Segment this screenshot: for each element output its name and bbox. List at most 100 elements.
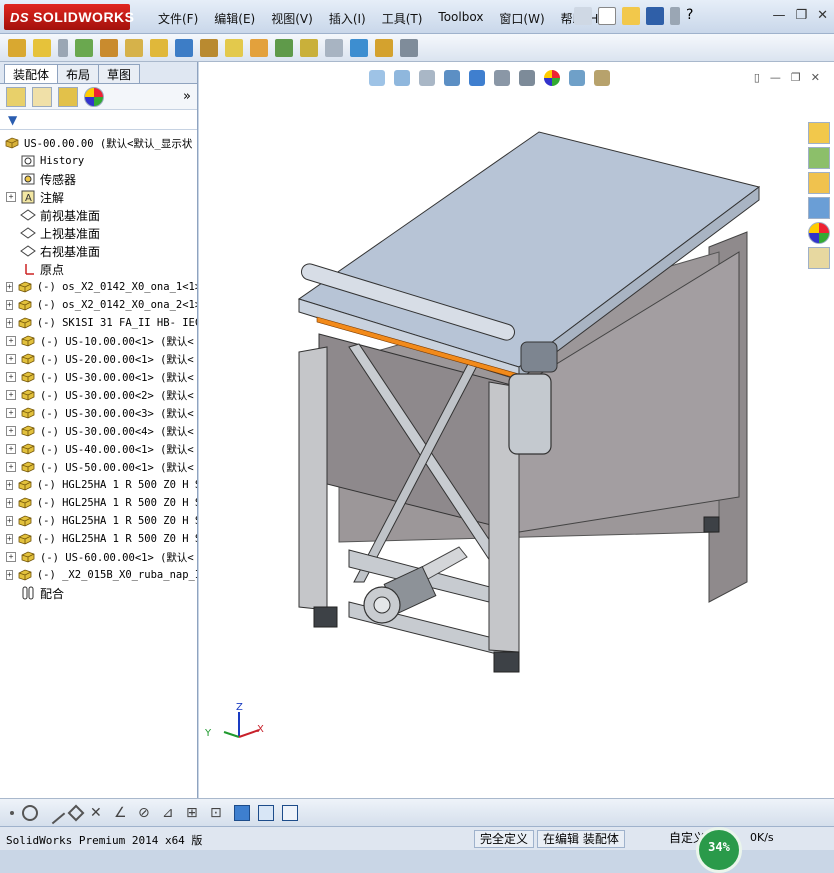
expand-icon[interactable]: +: [6, 390, 16, 400]
linear-pattern-icon[interactable]: [100, 38, 118, 57]
tree-item[interactable]: + (-) HGL25HA 1 R 500 Z0 H S: [0, 476, 197, 494]
tree-item[interactable]: + (-) US-40.00.00<1> (默认<: [0, 440, 197, 458]
mate-icon[interactable]: [75, 38, 93, 57]
expand-icon[interactable]: +: [6, 570, 13, 580]
show-hidden-icon[interactable]: [175, 38, 193, 57]
tab-sketch[interactable]: 草图: [98, 64, 141, 83]
tree-item[interactable]: + (-) os_X2_0142_X0_ona_1<1>: [0, 278, 197, 296]
insert-component-icon[interactable]: [8, 38, 26, 57]
menu-item-6[interactable]: 窗口(W): [491, 8, 552, 29]
expand-icon[interactable]: +: [6, 498, 13, 508]
vertex-filter-icon[interactable]: ⊡: [210, 805, 226, 821]
new-document-icon[interactable]: [598, 7, 616, 25]
point-icon[interactable]: [10, 810, 14, 815]
tree-item[interactable]: + (-) _X2_015B_X0_ruba_nap_I: [0, 566, 197, 584]
expand-icon[interactable]: +: [6, 426, 16, 436]
grid-icon[interactable]: ⊞: [186, 805, 202, 821]
cross-icon[interactable]: ✕: [90, 805, 106, 821]
tree-item[interactable]: + (-) SK1SI 31 FA_II HB- IEC: [0, 314, 197, 332]
options-icon[interactable]: [670, 7, 680, 25]
more-tabs-icon[interactable]: »: [183, 89, 191, 104]
expand-icon[interactable]: +: [6, 408, 16, 418]
interference-detection-icon[interactable]: [350, 38, 368, 57]
tab-assembly[interactable]: 装配体: [4, 64, 59, 83]
tab-layout[interactable]: 布局: [57, 64, 100, 83]
instant3d-icon[interactable]: [400, 38, 418, 57]
circle-icon[interactable]: [22, 804, 38, 821]
expand-icon[interactable]: +: [6, 354, 16, 364]
tree-item[interactable]: + (-) HGL25HA 1 R 500 Z0 H S: [0, 494, 197, 512]
configuration-manager-icon[interactable]: [58, 86, 78, 107]
tree-item[interactable]: 传感器: [0, 170, 197, 188]
reference-geometry-icon[interactable]: [225, 38, 243, 57]
menu-item-4[interactable]: 工具(T): [374, 8, 431, 29]
tree-item[interactable]: + (-) US-60.00.00<1> (默认<: [0, 548, 197, 566]
smart-fasteners-icon[interactable]: [125, 38, 143, 57]
explode-line-sketch-icon[interactable]: [325, 38, 343, 57]
diamond-icon[interactable]: [67, 804, 85, 821]
save-icon[interactable]: [646, 7, 664, 25]
tree-item[interactable]: + (-) US-50.00.00<1> (默认<: [0, 458, 197, 476]
face-filter-icon[interactable]: ⊿: [162, 805, 178, 821]
assembly-features-icon[interactable]: [200, 38, 218, 57]
minimize-icon[interactable]: —: [772, 8, 785, 23]
expand-icon[interactable]: +: [6, 336, 16, 346]
menu-item-5[interactable]: Toolbox: [430, 8, 491, 29]
tree-item[interactable]: History: [0, 152, 197, 170]
tree-item[interactable]: + (-) HGL25HA 1 R 500 Z0 H S: [0, 530, 197, 548]
tree-item[interactable]: 前视基准面: [0, 206, 197, 224]
menu-item-1[interactable]: 编辑(E): [206, 8, 263, 29]
tree-root[interactable]: US-00.00.00 (默认<默认_显示状: [0, 134, 197, 152]
help-icon[interactable]: ?: [686, 7, 704, 25]
expand-icon[interactable]: +: [6, 480, 13, 490]
tree-item[interactable]: + (-) US-20.00.00<1> (默认<: [0, 350, 197, 368]
restore-icon[interactable]: ❐: [795, 8, 807, 23]
filter-icon[interactable]: ▼: [0, 110, 197, 130]
tree-item[interactable]: 原点: [0, 260, 197, 278]
tree-item[interactable]: + (-) US-10.00.00<1> (默认<: [0, 332, 197, 350]
expand-icon[interactable]: +: [6, 552, 16, 562]
graphics-area[interactable]: ▯ — ❐ ✕ Z Y X: [199, 62, 834, 798]
menu-item-3[interactable]: 插入(I): [321, 8, 374, 29]
expand-icon[interactable]: +: [6, 462, 16, 472]
wireframe-icon[interactable]: [258, 804, 274, 821]
close-icon[interactable]: ✕: [817, 8, 828, 23]
edge-filter-icon[interactable]: ⊘: [138, 805, 154, 821]
tree-item[interactable]: + A 注解: [0, 188, 197, 206]
edit-component-icon[interactable]: [58, 38, 68, 57]
expand-icon[interactable]: +: [6, 300, 13, 310]
exploded-view-icon[interactable]: [300, 38, 318, 57]
expand-icon[interactable]: +: [6, 516, 13, 526]
clearance-verification-icon[interactable]: [375, 38, 393, 57]
shaded-icon[interactable]: [234, 804, 250, 821]
pin-icon[interactable]: [574, 7, 592, 25]
tree-item[interactable]: + (-) US-30.00.00<4> (默认<: [0, 422, 197, 440]
expand-icon[interactable]: +: [6, 444, 16, 454]
expand-icon[interactable]: +: [6, 282, 13, 292]
tree-item[interactable]: 右视基准面: [0, 242, 197, 260]
tree-item[interactable]: + (-) US-30.00.00<3> (默认<: [0, 404, 197, 422]
table-icon[interactable]: [282, 804, 298, 821]
expand-icon[interactable]: +: [6, 192, 16, 202]
display-manager-icon[interactable]: [84, 86, 104, 107]
menu-item-0[interactable]: 文件(F): [150, 8, 206, 29]
property-manager-icon[interactable]: [32, 86, 52, 107]
tree-item[interactable]: 上视基准面: [0, 224, 197, 242]
tree-item[interactable]: + (-) US-30.00.00<1> (默认<: [0, 368, 197, 386]
assembly-3d-model[interactable]: Z Y X: [199, 62, 834, 798]
new-part-icon[interactable]: [33, 38, 51, 57]
tree-item[interactable]: + (-) US-30.00.00<2> (默认<: [0, 386, 197, 404]
open-folder-icon[interactable]: [622, 7, 640, 25]
expand-icon[interactable]: +: [6, 318, 13, 328]
expand-icon[interactable]: +: [6, 534, 13, 544]
menu-item-2[interactable]: 视图(V): [263, 8, 321, 29]
move-component-icon[interactable]: [150, 38, 168, 57]
tree-item[interactable]: + (-) HGL25HA 1 R 500 Z0 H S: [0, 512, 197, 530]
tree-item[interactable]: + (-) os_X2_0142_X0_ona_2<1>: [0, 296, 197, 314]
expand-icon[interactable]: +: [6, 372, 16, 382]
feature-manager-icon[interactable]: [6, 86, 26, 107]
bill-of-materials-icon[interactable]: [275, 38, 293, 57]
angle-icon[interactable]: ∠: [114, 805, 130, 821]
tree-item[interactable]: 配合: [0, 584, 197, 602]
line-icon[interactable]: [42, 801, 66, 824]
